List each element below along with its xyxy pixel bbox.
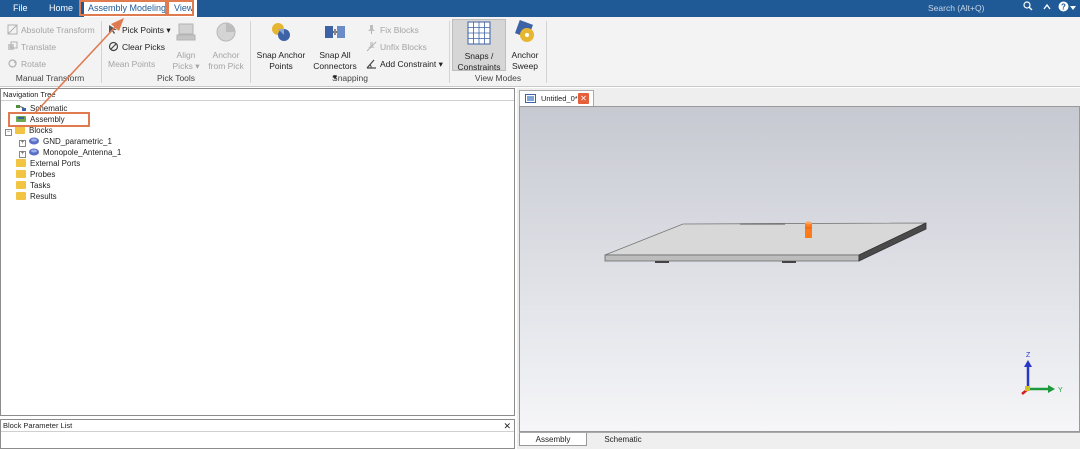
annotation-arrow [34, 18, 124, 114]
